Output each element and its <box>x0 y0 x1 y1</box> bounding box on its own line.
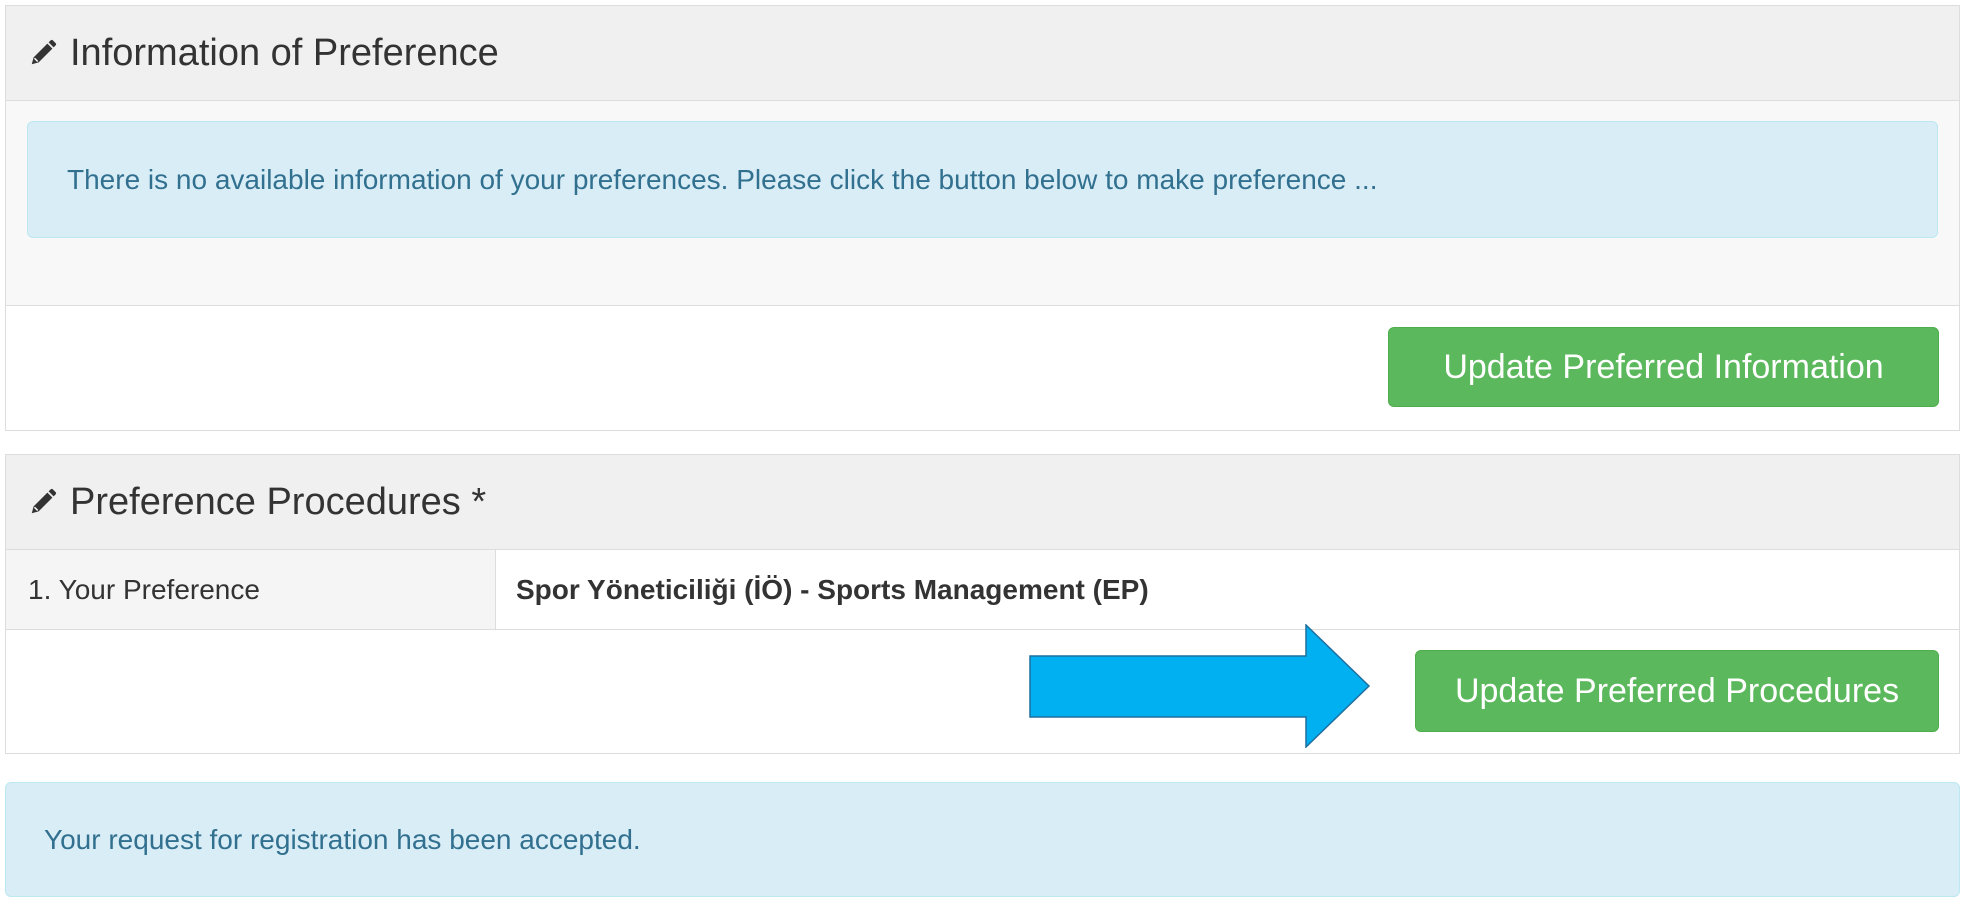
pencil-icon <box>26 36 60 70</box>
panel-body: There is no available information of you… <box>6 101 1959 306</box>
panel-footer: Update Preferred Procedures <box>6 630 1959 750</box>
arrow-right-icon <box>1029 624 1371 748</box>
panel-heading: Preference Procedures * <box>6 455 1959 550</box>
panel-heading: Information of Preference <box>6 6 1959 101</box>
alert-text: There is no available information of you… <box>67 163 1378 195</box>
preference-value: Spor Yöneticiliği (İÖ) - Sports Manageme… <box>496 550 1959 629</box>
preference-procedures-panel: Preference Procedures * 1. Your Preferen… <box>5 454 1960 754</box>
panel-title: Information of Preference <box>70 31 499 74</box>
panel-footer: Update Preferred Information <box>6 306 1959 430</box>
panel-title: Preference Procedures * <box>70 480 487 523</box>
table-row: 1. Your Preference Spor Yöneticiliği (İÖ… <box>6 550 1959 630</box>
information-of-preference-panel: Information of Preference There is no av… <box>5 5 1960 431</box>
update-preferred-information-button[interactable]: Update Preferred Information <box>1388 327 1939 407</box>
preference-label: 1. Your Preference <box>6 550 496 629</box>
no-preference-alert: There is no available information of you… <box>27 121 1938 238</box>
registration-accepted-alert: Your request for registration has been a… <box>5 782 1960 897</box>
alert-text: Your request for registration has been a… <box>44 823 641 855</box>
update-preferred-procedures-button[interactable]: Update Preferred Procedures <box>1415 650 1939 732</box>
pencil-icon <box>26 485 60 519</box>
